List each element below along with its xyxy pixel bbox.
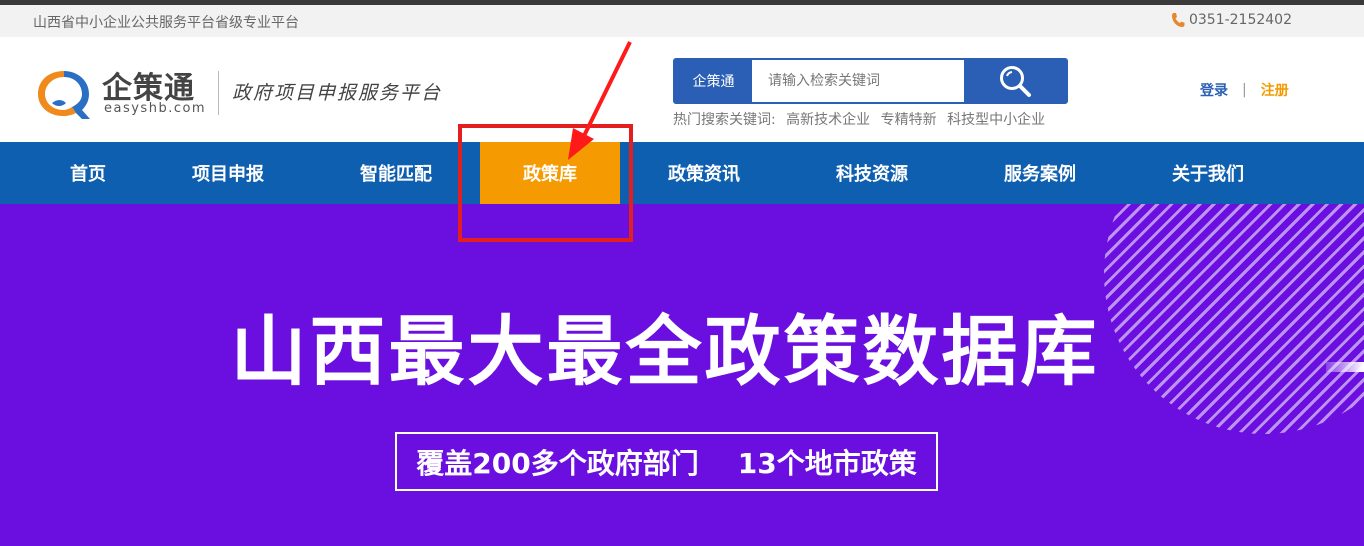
contact-phone: 0351-2152402 xyxy=(1171,12,1292,28)
phone-number: 0351-2152402 xyxy=(1188,12,1292,28)
nav-item-smart-match[interactable]: 智能匹配 xyxy=(330,142,462,204)
nav-item-project-application[interactable]: 项目申报 xyxy=(162,142,294,204)
hot-keyword-link[interactable]: 科技型中小企业 xyxy=(947,112,1045,128)
search-icon xyxy=(1000,66,1031,97)
nav-item-about-us[interactable]: 关于我们 xyxy=(1142,142,1274,204)
site-header: 企策通 easyshb.com 政府项目申报服务平台 企策通 热门搜索关键词: … xyxy=(0,37,1364,142)
main-navigation: 首页 项目申报 智能匹配 政策库 政策资讯 科技资源 服务案例 关于我们 xyxy=(0,142,1364,204)
logo-domain: easyshb.com xyxy=(104,101,207,116)
annotation-highlight-box xyxy=(458,124,633,242)
hot-search-label: 热门搜索关键词: xyxy=(673,112,776,128)
search-button[interactable] xyxy=(964,60,1066,102)
logo-divider xyxy=(218,71,219,115)
hot-keyword-link[interactable]: 专精特新 xyxy=(881,112,937,128)
auth-separator: | xyxy=(1242,82,1247,98)
nav-item-policy-news[interactable]: 政策资讯 xyxy=(638,142,770,204)
carousel-edge-indicator[interactable] xyxy=(1326,362,1364,372)
platform-tagline: 山西省中小企业公共服务平台省级专业平台 xyxy=(33,15,299,31)
hot-keyword-link[interactable]: 高新技术企业 xyxy=(786,112,870,128)
nav-item-tech-resources[interactable]: 科技资源 xyxy=(806,142,938,204)
site-logo[interactable]: 企策通 easyshb.com 政府项目申报服务平台 xyxy=(32,63,442,123)
phone-icon xyxy=(1171,13,1185,27)
search-scope-selector[interactable]: 企策通 xyxy=(675,60,752,102)
top-info-bar: 山西省中小企业公共服务平台省级专业平台 0351-2152402 xyxy=(0,5,1364,37)
nav-item-home[interactable]: 首页 xyxy=(22,142,154,204)
nav-item-service-cases[interactable]: 服务案例 xyxy=(974,142,1106,204)
hot-search-keywords: 热门搜索关键词: 高新技术企业 专精特新 科技型中小企业 xyxy=(673,109,1045,129)
search-input[interactable] xyxy=(752,60,964,102)
banner-subtitle-box: 覆盖200多个政府部门 13个地市政策 xyxy=(395,432,938,491)
login-link[interactable]: 登录 xyxy=(1200,80,1228,100)
logo-q-icon xyxy=(38,71,90,119)
hero-banner[interactable]: 山西最大最全政策数据库 覆盖200多个政府部门 13个地市政策 xyxy=(0,204,1364,546)
auth-links: 登录 | 注册 xyxy=(1200,80,1289,100)
register-link[interactable]: 注册 xyxy=(1261,80,1289,100)
logo-slogan: 政府项目申报服务平台 xyxy=(232,82,443,104)
banner-headline: 山西最大最全政策数据库 xyxy=(230,307,1100,396)
search-bar: 企策通 xyxy=(673,58,1068,104)
